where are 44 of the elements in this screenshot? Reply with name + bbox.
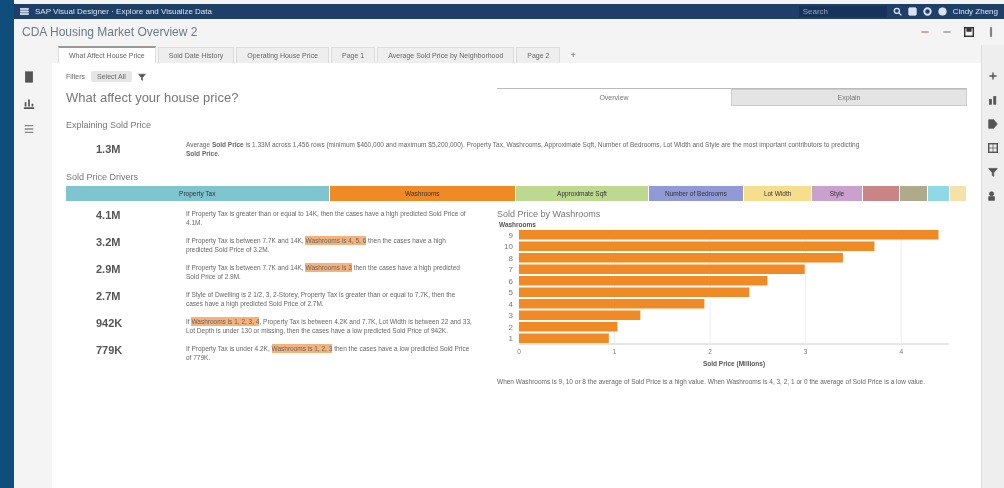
- tick-label: 4: [508, 299, 513, 309]
- metric-value: 1.3M: [96, 143, 122, 155]
- tick-label: 8: [508, 253, 513, 263]
- tick-label: 9: [508, 230, 513, 240]
- search-icon[interactable]: [892, 7, 902, 16]
- table-icon[interactable]: [988, 143, 998, 153]
- tick-label: 2: [508, 322, 513, 332]
- driver-segment[interactable]: [862, 186, 899, 201]
- chart-icon[interactable]: [988, 95, 998, 105]
- search-field[interactable]: Search: [798, 6, 887, 17]
- user-name[interactable]: Cindy Zheng: [952, 7, 998, 16]
- tick-label: 7: [508, 265, 513, 275]
- tick-label: 3: [508, 311, 513, 321]
- chart-title: Sold Price by Washrooms: [497, 209, 602, 219]
- section-title: Sold Price Drivers: [66, 172, 140, 182]
- tag-icon[interactable]: [988, 119, 998, 129]
- predicted-value: 779K: [96, 344, 124, 356]
- predicted-value: 2.7M: [96, 290, 122, 302]
- tick-label: 10: [504, 242, 513, 252]
- tick-label: 5: [508, 288, 513, 298]
- info-icon[interactable]: [937, 7, 947, 16]
- add-icon[interactable]: [988, 71, 998, 81]
- predicted-value: 4.1M: [96, 209, 122, 221]
- predicted-value: 942K: [96, 317, 124, 329]
- save-icon[interactable]: [964, 27, 974, 37]
- data-icon[interactable]: [23, 71, 35, 83]
- add-tab-button[interactable]: +: [562, 47, 584, 63]
- section-title: Explaining Sold Price: [66, 120, 153, 130]
- app-title: SAP Visual Designer · Explore and Visualize Data: [35, 7, 213, 16]
- tick-label: 1: [508, 334, 513, 344]
- tick-label: 6: [508, 276, 513, 286]
- filter-icon[interactable]: [137, 72, 146, 81]
- settings-icon[interactable]: [922, 7, 932, 16]
- list-icon[interactable]: [23, 123, 35, 135]
- driver-segment[interactable]: [899, 186, 927, 201]
- predicted-value: 3.2M: [96, 236, 122, 248]
- filter-icon[interactable]: [988, 167, 998, 177]
- menu-icon[interactable]: [20, 7, 29, 16]
- page-heading: What affect your house price?: [66, 89, 240, 105]
- grid-icon[interactable]: [907, 7, 917, 16]
- chart-icon[interactable]: [23, 97, 35, 109]
- document-title: CDA Housing Market Overview 2: [22, 25, 199, 39]
- predicted-value: 2.9M: [96, 263, 122, 275]
- people-icon[interactable]: [988, 191, 998, 201]
